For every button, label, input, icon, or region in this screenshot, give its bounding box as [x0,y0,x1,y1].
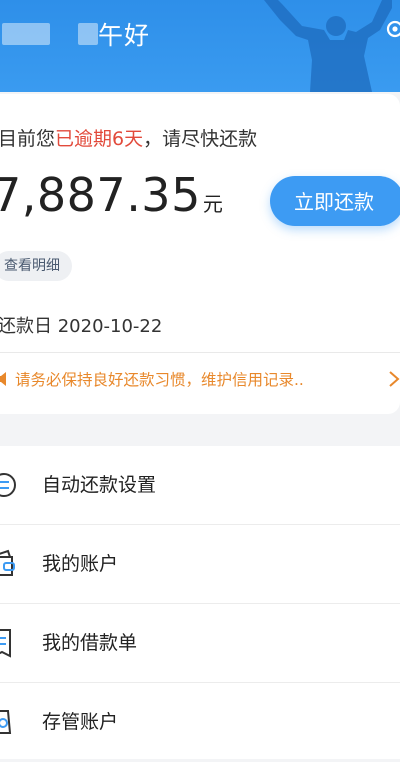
greeting-text: 午好 [98,21,151,50]
menu-item-label: 自动还款设置 [42,474,157,496]
amount-unit: 元 [202,192,224,216]
menu-item-label: 我的借款单 [42,632,138,654]
status-prefix: 目前您 [0,128,56,150]
repay-now-button[interactable]: 立即还款 [270,176,400,226]
view-details-link[interactable]: 查看明细 [0,251,72,281]
greeting-row: 午好 [0,14,150,54]
due-date: 还款日 2020-10-22 [0,316,163,337]
loan-list-icon [0,629,11,658]
status-suffix: ，请尽快还款 [143,128,258,150]
amount-value: 7,887.35 [0,168,201,222]
repayment-card: 目前您已逾期6天，请尽快还款 7,887.35 元 立即还款 查看明细 还款日 2… [0,94,400,414]
menu-item-auto-repay[interactable]: 自动还款设置 [0,446,400,525]
menu-item-label: 存管账户 [42,711,119,733]
chevron-right-icon [389,371,400,387]
menu-item-my-loans[interactable]: 我的借款单 [0,604,400,683]
blurred-username [2,23,50,45]
overdue-status: 目前您已逾期6天，请尽快还款 [0,124,257,151]
repayment-amount: 7,887.35 元 [0,168,223,222]
tip-text: 请务必保持良好还款习惯，维护信用记录.. [15,371,304,389]
celebrating-person-illustration [264,0,392,92]
credit-tip-banner[interactable]: 请务必保持良好还款习惯，维护信用记录.. [0,366,400,392]
speaker-icon [0,372,6,386]
menu-item-label: 我的账户 [42,553,119,575]
account-menu: 自动还款设置 我的账户 我的借款单 存管账户 [0,446,400,759]
custody-account-icon [0,710,12,734]
settings-gear-icon[interactable] [384,18,400,40]
overdue-days: 已逾期6天 [55,128,144,150]
card-divider [0,352,400,353]
blurred-greeting-prefix [78,23,98,45]
wallet-icon [0,549,15,576]
app-header: 午好 [0,0,400,92]
auto-repay-icon [0,473,16,497]
menu-item-custody-account[interactable]: 存管账户 [0,683,400,762]
menu-item-my-account[interactable]: 我的账户 [0,525,400,604]
